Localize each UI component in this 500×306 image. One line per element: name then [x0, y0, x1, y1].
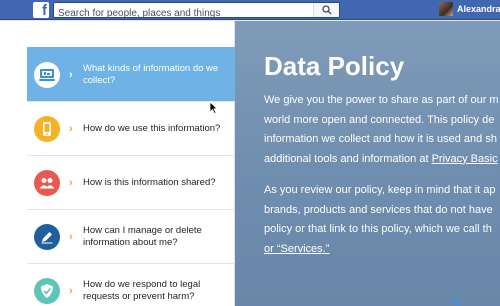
- page-title: Data Policy: [264, 51, 405, 81]
- phone-icon: [34, 115, 60, 142]
- facebook-logo[interactable]: f: [33, 2, 49, 18]
- intro-line: world more open and connected. This poli…: [264, 113, 495, 126]
- scroll-indicator[interactable]: [454, 298, 460, 306]
- search-icon: [321, 5, 331, 15]
- top-navigation-bar: f Alexandra: [0, 0, 500, 21]
- menu-item-manage-delete[interactable]: › How can I manage or delete information…: [27, 209, 235, 263]
- intro-line: additional tools and information at Priv…: [264, 152, 498, 165]
- data-policy-hero: Data Policy We give you the power to sha…: [235, 21, 500, 306]
- menu-item-label: What kinds of information do we collect?: [83, 62, 219, 86]
- pencil-icon: [34, 223, 60, 250]
- profile-name-link[interactable]: Alexandra: [457, 4, 500, 14]
- review-line: brands, products and services that do no…: [264, 203, 493, 216]
- avatar[interactable]: [439, 2, 453, 16]
- shield-icon: [34, 277, 60, 304]
- people-icon: [34, 169, 60, 196]
- search-box: [53, 2, 340, 21]
- privacy-basics-link[interactable]: Privacy Basic: [432, 153, 498, 165]
- services-link[interactable]: or “Services.”: [264, 243, 329, 255]
- review-line: or “Services.”: [264, 240, 500, 260]
- intro-line: information we collect and how it is use…: [264, 133, 497, 145]
- intro-paragraph: We give you the power to share as part o…: [264, 91, 500, 169]
- mouse-cursor-icon: [209, 101, 218, 114]
- chevron-right-icon: ›: [69, 176, 73, 189]
- menu-item-label: How is this information shared?: [83, 176, 216, 188]
- chevron-right-icon: ›: [69, 230, 73, 243]
- computer-icon: [34, 61, 60, 88]
- search-input[interactable]: [54, 6, 304, 21]
- menu-item-label: How do we use this information?: [83, 122, 221, 134]
- review-paragraph: As you review our policy, keep in mind t…: [264, 181, 500, 259]
- chevron-right-icon: ›: [69, 68, 73, 81]
- menu-item-information-use[interactable]: › How do we use this information?: [27, 101, 235, 155]
- menu-item-information-shared[interactable]: › How is this information shared?: [27, 155, 235, 209]
- search-button[interactable]: [313, 3, 339, 17]
- chevron-right-icon: ›: [69, 284, 73, 297]
- chevron-right-icon: ›: [69, 122, 73, 135]
- menu-item-information-collected[interactable]: › What kinds of information do we collec…: [27, 47, 235, 101]
- policy-section-menu: › What kinds of information do we collec…: [0, 21, 235, 306]
- review-line: As you review our policy, keep in mind t…: [264, 184, 496, 196]
- intro-line: We give you the power to share as part o…: [264, 94, 499, 106]
- menu-item-label: How do we respond to legal requests or p…: [83, 278, 201, 302]
- menu-item-label: How can I manage or delete information a…: [83, 224, 202, 248]
- review-line: policy or that link to this policy, whic…: [264, 223, 492, 235]
- menu-item-legal-requests[interactable]: › How do we respond to legal requests or…: [27, 263, 235, 306]
